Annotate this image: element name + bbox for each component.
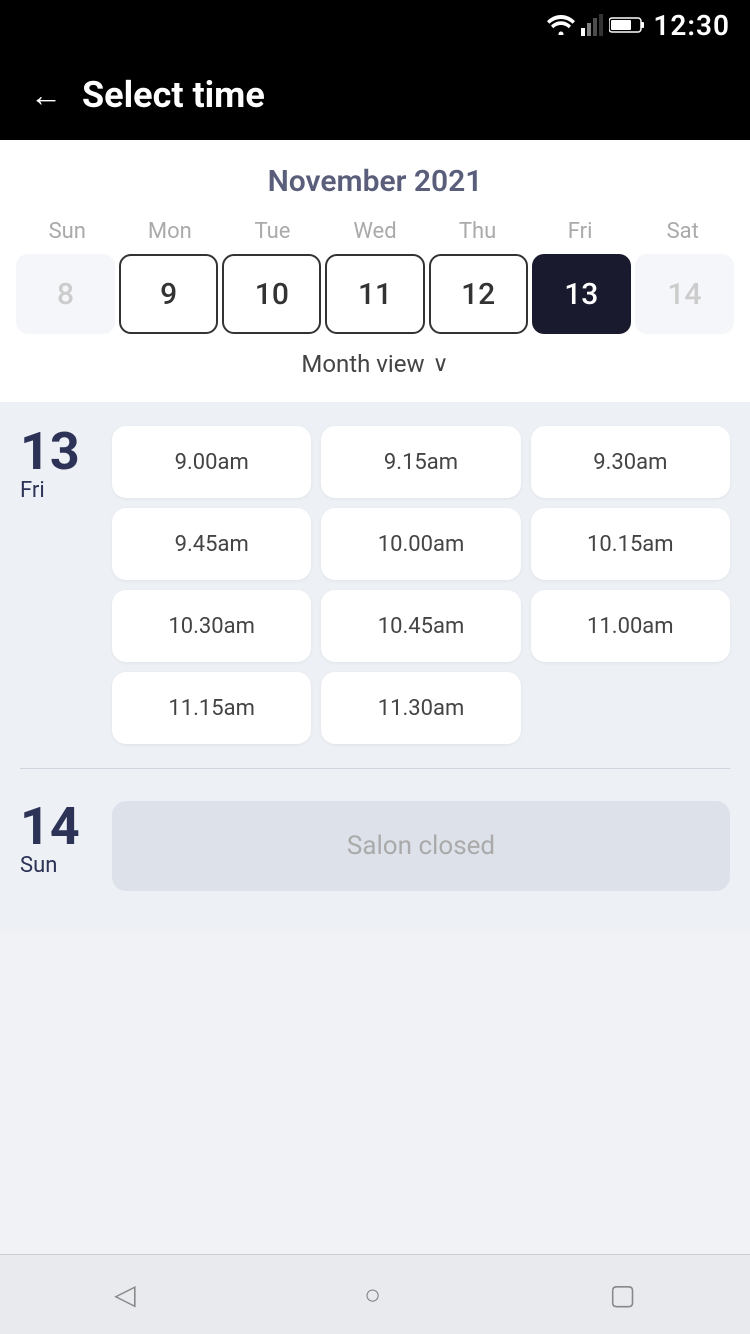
calendar-section: November 2021 Sun Mon Tue Wed Thu Fri Sa…	[0, 140, 750, 402]
time-slot-1045am[interactable]: 10.45am	[321, 590, 520, 662]
day-header-sun: Sun	[16, 219, 119, 244]
day-cell-12[interactable]: 12	[429, 254, 528, 334]
status-icons	[547, 14, 645, 36]
day-header-thu: Thu	[426, 219, 529, 244]
time-slot-930am[interactable]: 9.30am	[531, 426, 730, 498]
day-cell-11[interactable]: 11	[325, 254, 424, 334]
day-14-content: 14 Sun Salon closed	[20, 801, 730, 891]
day-cell-10[interactable]: 10	[222, 254, 321, 334]
day-header-mon: Mon	[119, 219, 222, 244]
day-cell-8: 8	[16, 254, 115, 334]
bottom-nav: ◁ ○ ▢	[0, 1254, 750, 1334]
page-title: Select time	[82, 74, 265, 116]
day-cell-14: 14	[635, 254, 734, 334]
nav-home-button[interactable]: ○	[364, 1278, 381, 1311]
back-button[interactable]: ←	[30, 76, 62, 114]
month-view-label: Month view	[301, 350, 424, 378]
day-13-info: 13 Fri	[20, 426, 100, 744]
time-slot-915am[interactable]: 9.15am	[321, 426, 520, 498]
day-14-number: 14	[20, 801, 100, 853]
day-header-wed: Wed	[324, 219, 427, 244]
nav-back-button[interactable]: ◁	[114, 1278, 136, 1311]
time-slot-1100am[interactable]: 11.00am	[531, 590, 730, 662]
month-view-toggle[interactable]: Month view ∨	[16, 334, 734, 386]
day-headers: Sun Mon Tue Wed Thu Fri Sat	[16, 219, 734, 244]
day-header-sat: Sat	[631, 219, 734, 244]
time-slot-1015am[interactable]: 10.15am	[531, 508, 730, 580]
day-cell-9[interactable]: 9	[119, 254, 218, 334]
time-slot-900am[interactable]: 9.00am	[112, 426, 311, 498]
wifi-icon	[547, 15, 575, 35]
day-row: 8 9 10 11 12 13 14	[16, 254, 734, 334]
chevron-down-icon: ∨	[433, 352, 449, 377]
time-slot-1115am[interactable]: 11.15am	[112, 672, 311, 744]
day-header-tue: Tue	[221, 219, 324, 244]
signal-icon	[581, 14, 603, 36]
battery-icon	[609, 16, 645, 34]
app-header: ← Select time	[0, 50, 750, 140]
time-slots-section: 13 Fri 9.00am 9.15am 9.30am 9.45am 10.00…	[0, 402, 750, 931]
time-slot-1130am[interactable]: 11.30am	[321, 672, 520, 744]
day-13-number: 13	[20, 426, 100, 478]
nav-recent-button[interactable]: ▢	[609, 1278, 635, 1311]
day-14-info: 14 Sun	[20, 801, 100, 878]
time-grid-13: 9.00am 9.15am 9.30am 9.45am 10.00am 10.1…	[112, 426, 730, 744]
day-header-fri: Fri	[529, 219, 632, 244]
time-slot-1030am[interactable]: 10.30am	[112, 590, 311, 662]
time-slot-945am[interactable]: 9.45am	[112, 508, 311, 580]
day-13-content: 13 Fri 9.00am 9.15am 9.30am 9.45am 10.00…	[20, 426, 730, 744]
day-14-section: 14 Sun Salon closed	[0, 777, 750, 907]
salon-closed-message: Salon closed	[112, 801, 730, 891]
status-time: 12:30	[653, 9, 730, 42]
time-slot-1000am[interactable]: 10.00am	[321, 508, 520, 580]
month-title: November 2021	[16, 164, 734, 199]
section-divider	[20, 768, 730, 769]
status-bar: 12:30	[0, 0, 750, 50]
day-13-section: 13 Fri 9.00am 9.15am 9.30am 9.45am 10.00…	[0, 402, 750, 760]
day-cell-13[interactable]: 13	[532, 254, 631, 334]
